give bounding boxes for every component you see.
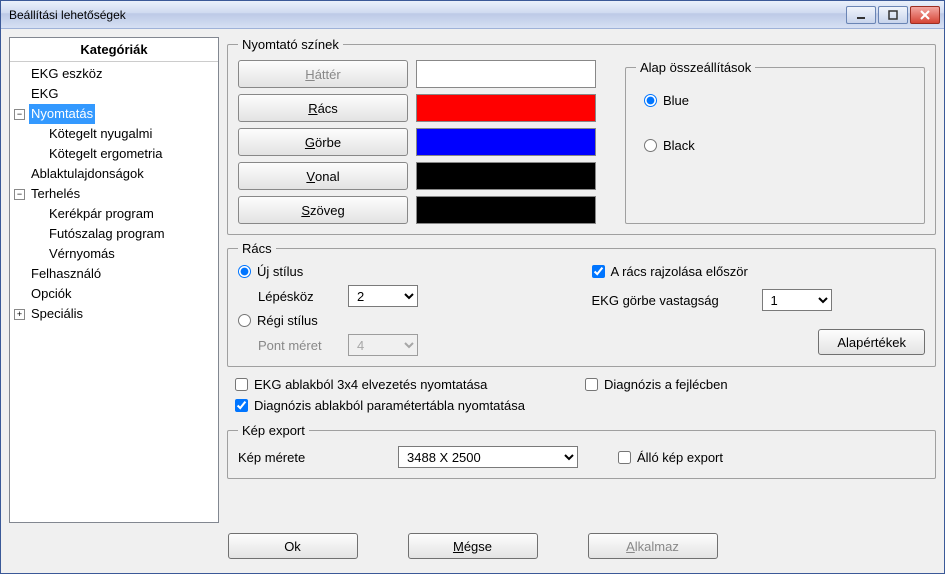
preset-black-radio[interactable]: Black [644, 138, 906, 153]
apply-button[interactable]: Alkalmaz [588, 533, 718, 559]
tree-item[interactable]: EKG eszköz [12, 64, 216, 84]
tree-item-label[interactable]: Kerékpár program [47, 204, 156, 224]
grid-legend: Rács [238, 241, 276, 256]
print-3x4-label: EKG ablakból 3x4 elvezetés nyomtatása [254, 377, 487, 392]
dialog-buttons: Ok Mégse Alkalmaz [9, 523, 936, 565]
maximize-button[interactable] [878, 6, 908, 24]
presets-options: Blue Black [636, 83, 914, 163]
export-size-label: Kép mérete [238, 450, 358, 465]
tree-item-label[interactable]: Terhelés [29, 184, 82, 204]
curve-width-label: EKG görbe vastagság [592, 293, 752, 308]
print-options: EKG ablakból 3x4 elvezetés nyomtatása Di… [227, 373, 936, 417]
racs-color-swatch[interactable] [416, 94, 596, 122]
tree-item-label[interactable]: Kötegelt ergometria [47, 144, 164, 164]
cancel-button[interactable]: Mégse [408, 533, 538, 559]
tree-header: Kategóriák [10, 38, 218, 62]
tree-item-label[interactable]: Vérnyomás [47, 244, 117, 264]
curve-width-select[interactable]: 1 [762, 289, 832, 311]
preset-black-label: Black [663, 138, 695, 153]
tree-item[interactable]: + Speciális [12, 304, 216, 324]
main-area: Kategóriák EKG eszközEKG−NyomtatásKötege… [9, 37, 936, 523]
portrait-export-check[interactable]: Álló kép export [618, 450, 723, 465]
draw-grid-first-check[interactable]: A rács rajzolása először [592, 264, 926, 279]
old-style-label: Régi stílus [257, 313, 318, 328]
export-group: Kép export Kép mérete 3488 X 2500 Álló k… [227, 423, 936, 479]
titlebar-buttons [846, 6, 940, 24]
category-tree[interactable]: EKG eszközEKG−NyomtatásKötegelt nyugalmi… [10, 62, 218, 522]
gorbe-color-swatch[interactable] [416, 128, 596, 156]
tree-item-label[interactable]: Felhasználó [29, 264, 103, 284]
settings-window: Beállítási lehetőségek Kategóriák EKG es… [0, 0, 945, 574]
new-style-label: Új stílus [257, 264, 303, 279]
pointsize-select: 4 [348, 334, 418, 356]
tree-item[interactable]: −Nyomtatás [12, 104, 216, 124]
szoveg-color-button[interactable]: Szöveg [238, 196, 408, 224]
tree-item-label[interactable]: EKG [29, 84, 60, 104]
tree-item[interactable]: Kerékpár program [12, 204, 216, 224]
settings-panel: Nyomtató színek Háttér Rács Görbe Vonal Szöv… [227, 37, 936, 523]
defaults-button[interactable]: Alapértékek [818, 329, 925, 355]
preset-blue-label: Blue [663, 93, 689, 108]
print-paramtable-check[interactable]: Diagnózis ablakból paramétertábla nyomta… [235, 398, 525, 413]
grid-group: Rács Új stílus Lépésköz 2 [227, 241, 936, 367]
old-style-radio[interactable]: Régi stílus [238, 313, 572, 328]
tree-item-label[interactable]: Ablaktulajdonságok [29, 164, 146, 184]
titlebar: Beállítási lehetőségek [1, 1, 944, 29]
diag-header-check[interactable]: Diagnózis a fejlécben [585, 377, 728, 392]
tree-item[interactable]: Futószalag program [12, 224, 216, 244]
hatter-color-swatch[interactable] [416, 60, 596, 88]
presets-group: Alap összeállítások Blue Black [625, 60, 925, 224]
printer-colors-legend: Nyomtató színek [238, 37, 343, 52]
tree-item-label[interactable]: Speciális [29, 304, 85, 324]
color-rows: Háttér Rács Görbe Vonal Szöveg [238, 60, 615, 224]
step-label: Lépésköz [258, 289, 338, 304]
tree-item[interactable]: Kötegelt nyugalmi [12, 124, 216, 144]
export-legend: Kép export [238, 423, 309, 438]
portrait-export-label: Álló kép export [637, 450, 723, 465]
collapse-icon[interactable]: − [14, 189, 25, 200]
tree-item[interactable]: Felhasználó [12, 264, 216, 284]
tree-item-label[interactable]: Opciók [29, 284, 73, 304]
maximize-icon [888, 10, 898, 20]
vonal-color-button[interactable]: Vonal [238, 162, 408, 190]
collapse-icon[interactable]: − [14, 109, 25, 120]
szoveg-color-swatch[interactable] [416, 196, 596, 224]
hatter-color-button: Háttér [238, 60, 408, 88]
export-size-select[interactable]: 3488 X 2500 [398, 446, 578, 468]
category-tree-panel: Kategóriák EKG eszközEKG−NyomtatásKötege… [9, 37, 219, 523]
presets-legend: Alap összeállítások [636, 60, 755, 75]
close-button[interactable] [910, 6, 940, 24]
tree-item[interactable]: EKG [12, 84, 216, 104]
print-3x4-check[interactable]: EKG ablakból 3x4 elvezetés nyomtatása [235, 377, 525, 392]
minimize-icon [856, 10, 866, 20]
tree-item[interactable]: Vérnyomás [12, 244, 216, 264]
racs-color-button[interactable]: Rács [238, 94, 408, 122]
tree-item-label[interactable]: EKG eszköz [29, 64, 105, 84]
tree-item[interactable]: −Terhelés [12, 184, 216, 204]
close-icon [920, 10, 930, 20]
draw-grid-first-label: A rács rajzolása először [611, 264, 748, 279]
tree-item-label[interactable]: Kötegelt nyugalmi [47, 124, 154, 144]
pointsize-label: Pont méret [258, 338, 338, 353]
tree-item[interactable]: Ablaktulajdonságok [12, 164, 216, 184]
printer-colors-group: Nyomtató színek Háttér Rács Görbe Vonal Szöv… [227, 37, 936, 235]
tree-item-label[interactable]: Futószalag program [47, 224, 167, 244]
window-title: Beállítási lehetőségek [9, 8, 846, 22]
ok-button[interactable]: Ok [228, 533, 358, 559]
vonal-color-swatch[interactable] [416, 162, 596, 190]
new-style-radio[interactable]: Új stílus [238, 264, 572, 279]
client-area: Kategóriák EKG eszközEKG−NyomtatásKötege… [1, 29, 944, 573]
tree-item-label[interactable]: Nyomtatás [29, 104, 95, 124]
tree-item[interactable]: Kötegelt ergometria [12, 144, 216, 164]
gorbe-color-button[interactable]: Görbe [238, 128, 408, 156]
preset-blue-radio[interactable]: Blue [644, 93, 906, 108]
print-paramtable-label: Diagnózis ablakból paramétertábla nyomta… [254, 398, 525, 413]
expand-icon[interactable]: + [14, 309, 25, 320]
tree-item[interactable]: Opciók [12, 284, 216, 304]
minimize-button[interactable] [846, 6, 876, 24]
diag-header-label: Diagnózis a fejlécben [604, 377, 728, 392]
step-select[interactable]: 2 [348, 285, 418, 307]
